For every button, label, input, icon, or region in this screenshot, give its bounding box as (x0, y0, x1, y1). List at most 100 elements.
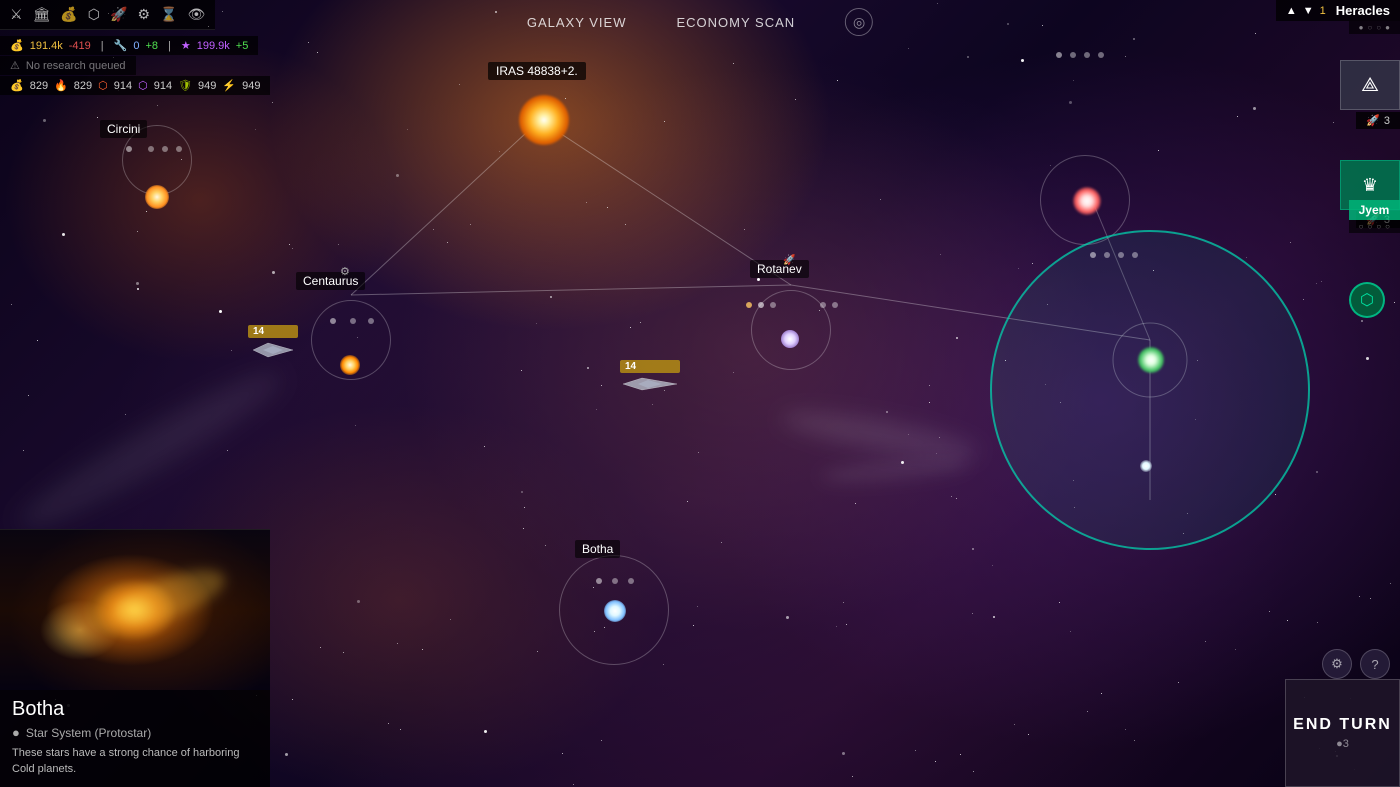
protostar-icon: ● (12, 725, 20, 740)
circini-label[interactable]: Circini (100, 120, 147, 138)
economy-scan-btn[interactable]: ECONOMY SCAN (676, 15, 795, 30)
credits-delta: -419 (69, 40, 91, 52)
jyem-dots-row: ○ ○ ○ ○ (1349, 220, 1400, 233)
rotanev-dot-5 (832, 302, 838, 308)
rotanev-ship-icon: 🚀 (783, 255, 795, 266)
research-status: No research queued (26, 60, 126, 72)
jyem-planet-1 (1140, 460, 1152, 472)
rotanev-dot-1 (746, 302, 752, 308)
heracles-dot-d: ● (1385, 23, 1390, 32)
galaxy-view-btn[interactable]: GALAXY VIEW (527, 15, 627, 30)
info-subtitle-text: Star System (Protostar) (26, 726, 151, 740)
heracles-count-badge: 1 (1320, 5, 1326, 17)
speed-icon: ⚡ (222, 79, 236, 92)
down-arrow-icon: ▼ (1303, 5, 1314, 17)
circini-star-glow (145, 185, 169, 209)
heracles-dot-2 (1070, 52, 1076, 58)
heracles-name: Heracles (1336, 3, 1390, 18)
heracles-star-glow (1073, 187, 1101, 215)
botha-label[interactable]: Botha (575, 540, 620, 558)
ships-icon: 🛡 (178, 79, 192, 92)
end-turn-sublabel: ●3 (1336, 738, 1349, 750)
end-turn-button[interactable]: END TURN ●3 (1285, 679, 1400, 787)
science-stat1: 914 (114, 80, 132, 92)
jyem-dot-3 (1118, 252, 1124, 258)
info-panel-subtitle: ● Star System (Protostar) (0, 725, 270, 746)
economy-icon: 💰 (10, 79, 24, 92)
circini-dot-2 (148, 146, 154, 152)
help-br-icon[interactable]: ? (1360, 649, 1390, 679)
science-stat2: 914 (154, 80, 172, 92)
jyem-label-bar[interactable]: Jyem (1349, 200, 1400, 220)
info-panel-title: Botha (0, 690, 270, 725)
industry-stat-icon: 🔥 (54, 79, 68, 92)
info-panel-description: These stars have a strong chance of harb… (0, 746, 270, 787)
jyem-dot-a: ○ (1359, 222, 1364, 231)
iras-label[interactable]: IRAS 48838+2. (488, 62, 586, 80)
science-delta: +5 (236, 40, 249, 52)
circini-dot-4 (176, 146, 182, 152)
jyem-territory-ring (990, 230, 1310, 550)
speed-stat: 949 (242, 80, 260, 92)
heracles-dot-3 (1084, 52, 1090, 58)
centaurus-dot-1 (330, 318, 336, 324)
rotanev-dot-2 (758, 302, 764, 308)
credits-icon: 💰 (10, 39, 24, 52)
research-row: ⚠ No research queued (0, 56, 136, 75)
science-icon: ★ (181, 39, 191, 52)
top-center-nav: GALAXY VIEW ECONOMY SCAN ◎ (527, 8, 873, 36)
heracles-panel: ▲ ▼ 1 Heracles ● ○ ○ ● (1276, 0, 1400, 34)
carrier-1[interactable]: 14 (248, 325, 298, 365)
heracles-dot-a: ● (1359, 23, 1364, 32)
jyem-dot-b: ○ (1367, 222, 1372, 231)
heracles-dots-row: ● ○ ○ ● (1349, 21, 1400, 34)
heracles-ships-val: 3 (1384, 115, 1390, 127)
ships-stat: 949 (198, 80, 216, 92)
jyem-dot-4 (1132, 252, 1138, 258)
carrier-2[interactable]: 14 (620, 360, 680, 398)
stats-row: 💰 829 🔥 829 ⬡ 914 ⬡ 914 🛡 949 ⚡ 949 (0, 76, 270, 95)
botha-star-glow (604, 600, 626, 622)
heracles-dot-c: ○ (1376, 23, 1381, 32)
botha-dot-2 (612, 578, 618, 584)
science-icon3: ⬡ (138, 79, 148, 92)
rotanev-label[interactable]: Rotanev (750, 260, 809, 278)
heracles-dot-4 (1098, 52, 1104, 58)
info-image (0, 530, 270, 690)
up-arrow-icon: ▲ (1286, 5, 1297, 17)
science-value: 199.9k (197, 40, 230, 52)
heracles-dot-b: ○ (1367, 23, 1372, 32)
carrier-2-badge: 14 (620, 360, 680, 373)
jyem-dot-1 (1090, 252, 1096, 258)
carrier-1-ship (248, 340, 298, 360)
economy-val: 829 (30, 80, 48, 92)
ship-icon: 🚀 (1366, 114, 1380, 127)
jyem-dot-d: ○ (1385, 222, 1390, 231)
circini-dot-3 (162, 146, 168, 152)
heracles-ship-count: 🚀 3 (1356, 112, 1400, 129)
heracles-faction-icon[interactable]: ⟁ (1340, 60, 1400, 110)
warning-icon: ⚠ (10, 59, 20, 72)
centaurus-label[interactable]: Centaurus (296, 272, 365, 290)
jyem-dot-2 (1104, 252, 1110, 258)
heracles-label-bar[interactable]: ▲ ▼ 1 Heracles (1276, 0, 1400, 21)
settings-br-icon[interactable]: ⚙ (1322, 649, 1352, 679)
scan-circle-icon[interactable]: ◎ (845, 8, 873, 36)
iras-star-glow (519, 95, 569, 145)
industry-delta: +8 (145, 40, 158, 52)
heracles-dot-1 (1056, 52, 1062, 58)
jyem-dot-c: ○ (1376, 222, 1381, 231)
rotanev-dot-3 (770, 302, 776, 308)
rotanev-star-glow (781, 330, 799, 348)
jyem-economy-icon[interactable]: ⬡ (1349, 282, 1385, 318)
industry-icon: 🔧 (114, 39, 128, 52)
carrier-2-ship (620, 375, 680, 393)
jyem-panel: Jyem ○ ○ ○ ○ (1349, 200, 1400, 233)
bottom-right-icons: ⚙ ? (1322, 649, 1390, 679)
industry-stat: 829 (74, 80, 92, 92)
botha-dot-3 (628, 578, 634, 584)
jyem-name: Jyem (1359, 203, 1390, 217)
circini-dot-1 (126, 146, 132, 152)
centaurus-dot-2 (350, 318, 356, 324)
science-icon2: ⬡ (98, 79, 108, 92)
